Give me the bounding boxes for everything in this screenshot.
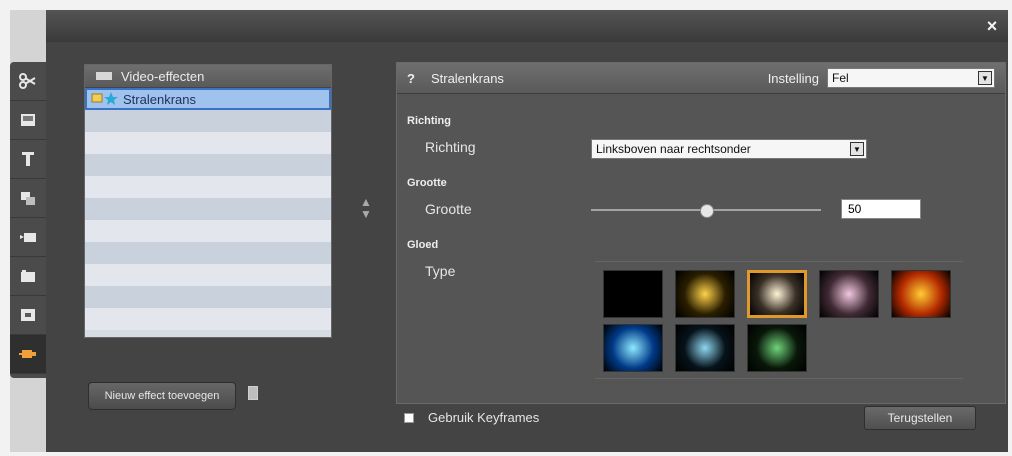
size-slider[interactable] [591,204,821,218]
glow-type-swatch[interactable] [819,270,879,318]
plugin-icon[interactable] [10,335,46,374]
glow-type-swatch[interactable] [891,270,951,318]
preset-label: Instelling [767,70,819,86]
effects-folder-icon [95,69,113,84]
close-icon[interactable]: × [982,14,1002,38]
direction-label: Richting [425,139,476,155]
keyframes-label: Gebruik Keyframes [428,410,540,425]
effect-name: Stralenkrans [430,70,504,86]
glow-type-swatch[interactable] [747,270,807,318]
direction-section-title: Richting [407,115,451,127]
chevron-down-icon: ▼ [850,142,864,156]
window: × Video-effecten Stralenkrans Nieuw effe… [10,10,1008,452]
effect-item-label: Stralenkrans [123,91,196,107]
text-icon[interactable] [10,140,46,179]
clip-icon[interactable] [10,257,46,296]
direction-value: Linksboven naar rechtsonder [596,142,751,156]
effects-list: Video-effecten Stralenkrans [84,64,332,338]
direction-select[interactable]: Linksboven naar rechtsonder ▼ [591,139,867,159]
size-value: 50 [848,202,862,216]
effect-list-item[interactable]: Stralenkrans [85,88,331,110]
preset-select[interactable]: Fel ▼ [827,68,995,88]
keyframes-checkbox[interactable] [404,412,414,423]
keyframes-toggle[interactable]: Gebruik Keyframes [404,410,539,425]
effect-settings-panel: ? Stralenkrans Instelling Fel ▼ Richting… [396,62,1006,404]
panel-resize-handle[interactable]: ▲ ▼ [360,196,372,220]
preset-value: Fel [832,71,849,85]
camera-effect-icon[interactable] [10,218,46,257]
help-icon[interactable]: ? [407,71,415,86]
trash-icon[interactable] [248,386,258,400]
glow-type-swatch[interactable] [603,270,663,318]
reset-button[interactable]: Terugstellen [864,406,976,430]
size-label: Grootte [425,201,472,217]
size-slider-knob[interactable] [700,204,714,218]
glow-type-swatch[interactable] [675,324,735,372]
effects-list-header: Video-effecten [85,65,331,88]
glow-section-title: Gloed [407,239,439,251]
image-edit-icon[interactable] [10,101,46,140]
effect-item-icon [91,90,119,109]
title-bar: × [46,10,1008,42]
effects-list-empty-rows [85,110,331,330]
glow-type-swatch[interactable] [675,270,735,318]
chevron-down-icon: ▼ [978,71,992,85]
add-effect-button[interactable]: Nieuw effect toevoegen [88,382,236,410]
display-icon[interactable] [10,296,46,335]
transition-icon[interactable] [10,179,46,218]
glow-type-swatch[interactable] [603,324,663,372]
size-value-input[interactable]: 50 [841,199,921,219]
main-area: Video-effecten Stralenkrans Nieuw effect… [46,42,1008,452]
size-section-title: Grootte [407,177,447,189]
glow-type-grid [595,261,963,379]
panel-header: ? Stralenkrans Instelling Fel ▼ [397,63,1005,94]
scissors-icon[interactable] [10,62,46,101]
glow-type-swatch[interactable] [747,324,807,372]
left-toolbar [10,62,46,378]
effects-list-title: Video-effecten [121,68,205,84]
glow-type-label: Type [425,263,456,279]
